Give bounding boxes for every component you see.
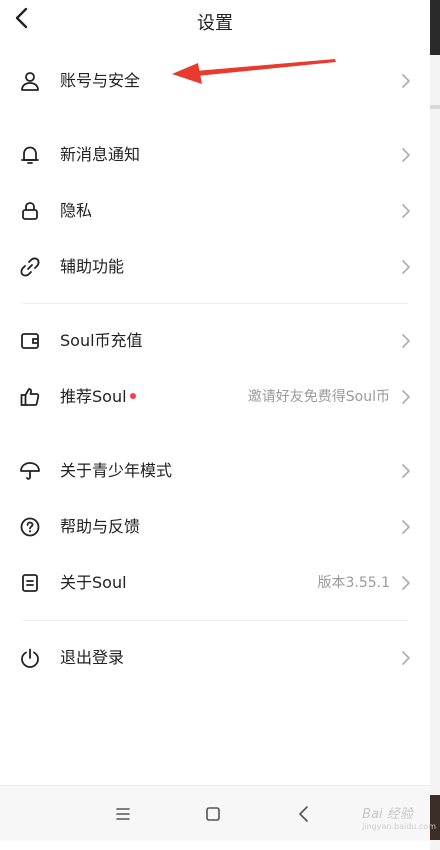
chevron-right-icon bbox=[402, 651, 410, 665]
chevron-right-icon bbox=[402, 464, 410, 478]
setting-notifications[interactable]: 新消息通知 bbox=[0, 127, 430, 183]
chevron-right-icon bbox=[402, 334, 410, 348]
watermark-brand: Bai 经验 bbox=[362, 807, 413, 822]
page-title: 设置 bbox=[197, 13, 233, 34]
chevron-right-icon bbox=[402, 390, 410, 404]
home-square-icon bbox=[206, 807, 220, 821]
baidu-jingyan-watermark: Bai 经验 jingyan.baidu.com bbox=[362, 803, 436, 831]
setting-help-feedback[interactable]: 帮助与反馈 bbox=[0, 499, 430, 555]
setting-label: 帮助与反馈 bbox=[60, 517, 141, 536]
setting-label: 关于Soul bbox=[60, 573, 127, 592]
chevron-right-icon bbox=[402, 260, 410, 274]
setting-label: Soul币充值 bbox=[60, 331, 143, 350]
red-dot-badge bbox=[129, 392, 136, 399]
chevron-right-icon bbox=[402, 204, 410, 218]
setting-label: 退出登录 bbox=[60, 648, 125, 667]
power-icon bbox=[21, 648, 39, 668]
background-edge bbox=[430, 0, 440, 850]
version-value: 版本3.55.1 bbox=[317, 575, 390, 591]
setting-label: 账号与安全 bbox=[60, 71, 141, 90]
nav-home-button[interactable] bbox=[201, 802, 225, 826]
setting-privacy[interactable]: 隐私 bbox=[0, 183, 430, 239]
watermark-site: jingyan.baidu.com bbox=[362, 822, 436, 831]
bell-icon bbox=[21, 146, 39, 164]
setting-label: 新消息通知 bbox=[60, 145, 141, 164]
document-icon bbox=[22, 574, 38, 592]
setting-accessibility[interactable]: 辅助功能 bbox=[0, 239, 430, 295]
setting-teen-mode[interactable]: 关于青少年模式 bbox=[0, 443, 430, 499]
nav-menu-button[interactable] bbox=[111, 802, 135, 826]
nav-back-button[interactable] bbox=[292, 802, 316, 826]
chevron-right-icon bbox=[402, 576, 410, 590]
chevron-right-icon bbox=[402, 148, 410, 162]
setting-label: 辅助功能 bbox=[60, 257, 125, 276]
wallet-icon bbox=[21, 333, 39, 349]
divider bbox=[22, 303, 408, 304]
nav-back-icon bbox=[299, 806, 308, 822]
chevron-right-icon bbox=[402, 520, 410, 534]
divider bbox=[22, 620, 408, 621]
setting-label: 推荐Soul bbox=[60, 385, 136, 409]
setting-value: 邀请好友免费得Soul币 bbox=[247, 389, 390, 405]
umbrella-icon bbox=[20, 462, 40, 480]
annotation-red-arrow bbox=[172, 59, 336, 84]
setting-recharge[interactable]: Soul币充值 bbox=[0, 313, 430, 369]
edge-strip-top bbox=[430, 0, 440, 55]
link-icon bbox=[20, 257, 40, 277]
settings-screen: 设置 账号与安全 新消息通知 隐私 辅助功能 Soul币充值 推荐Soul 邀请… bbox=[0, 0, 430, 850]
help-circle-icon bbox=[20, 517, 40, 537]
setting-logout[interactable]: 退出登录 bbox=[0, 630, 430, 686]
recommend-label-text: 推荐Soul bbox=[60, 387, 127, 406]
setting-label: 关于青少年模式 bbox=[60, 461, 173, 480]
header: 设置 bbox=[0, 0, 430, 40]
user-icon bbox=[21, 72, 39, 91]
lock-icon bbox=[22, 202, 38, 220]
thumbs-up-icon bbox=[20, 388, 40, 406]
menu-icon bbox=[116, 808, 130, 820]
setting-recommend[interactable]: 推荐Soul 邀请好友免费得Soul币 bbox=[0, 369, 430, 425]
setting-label: 隐私 bbox=[60, 201, 93, 220]
setting-about[interactable]: 关于Soul 版本3.55.1 bbox=[0, 555, 430, 611]
edge-shade bbox=[430, 105, 440, 109]
chevron-right-icon bbox=[402, 74, 410, 88]
